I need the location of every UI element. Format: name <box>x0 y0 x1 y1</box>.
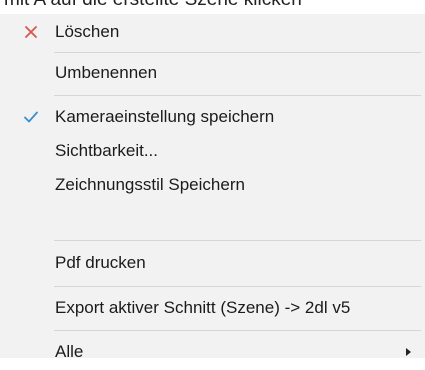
menu-item-label: Umbenennen <box>55 63 158 82</box>
menu-item-zeichnungsstil-speichern[interactable]: Zeichnungsstil Speichern <box>0 167 425 203</box>
menu-separator <box>54 330 421 331</box>
menu-item-label: Export aktiver Schnitt (Szene) -> 2dl v5 <box>55 298 351 317</box>
menu-item-label: Sichtbarkeit... <box>55 141 158 160</box>
delete-x-icon <box>25 26 37 38</box>
menu-separator <box>54 95 421 96</box>
submenu-arrow-icon <box>406 348 411 356</box>
menu-item-sichtbarkeit[interactable]: Sichtbarkeit... <box>0 133 425 169</box>
menu-item-alle[interactable]: Alle <box>0 334 425 370</box>
checkmark-icon <box>24 111 38 123</box>
menu-item-label: Zeichnungsstil Speichern <box>55 175 245 194</box>
menu-item-umbenennen[interactable]: Umbenennen <box>0 55 425 91</box>
context-menu: Löschen Umbenennen Kameraeinstellung spe… <box>0 14 425 361</box>
menu-item-loeschen[interactable]: Löschen <box>0 14 425 50</box>
background-instruction-text: mit A auf die erstellte Szene klicken <box>4 0 302 11</box>
menu-item-export-aktiver-schnitt[interactable]: Export aktiver Schnitt (Szene) -> 2dl v5 <box>0 290 425 326</box>
menu-item-kameraeinstellung-speichern[interactable]: Kameraeinstellung speichern <box>0 99 425 135</box>
menu-separator <box>54 52 421 53</box>
menu-item-label: Alle <box>55 342 84 361</box>
menu-item-label: Kameraeinstellung speichern <box>55 107 275 126</box>
menu-item-pdf-drucken[interactable]: Pdf drucken <box>0 245 425 281</box>
menu-item-label: Pdf drucken <box>55 253 146 272</box>
background-window-text: mit A auf die erstellte Szene klicken <box>0 0 425 14</box>
menu-separator <box>54 240 421 241</box>
menu-separator <box>54 286 421 287</box>
menu-item-label: Löschen <box>55 22 120 41</box>
